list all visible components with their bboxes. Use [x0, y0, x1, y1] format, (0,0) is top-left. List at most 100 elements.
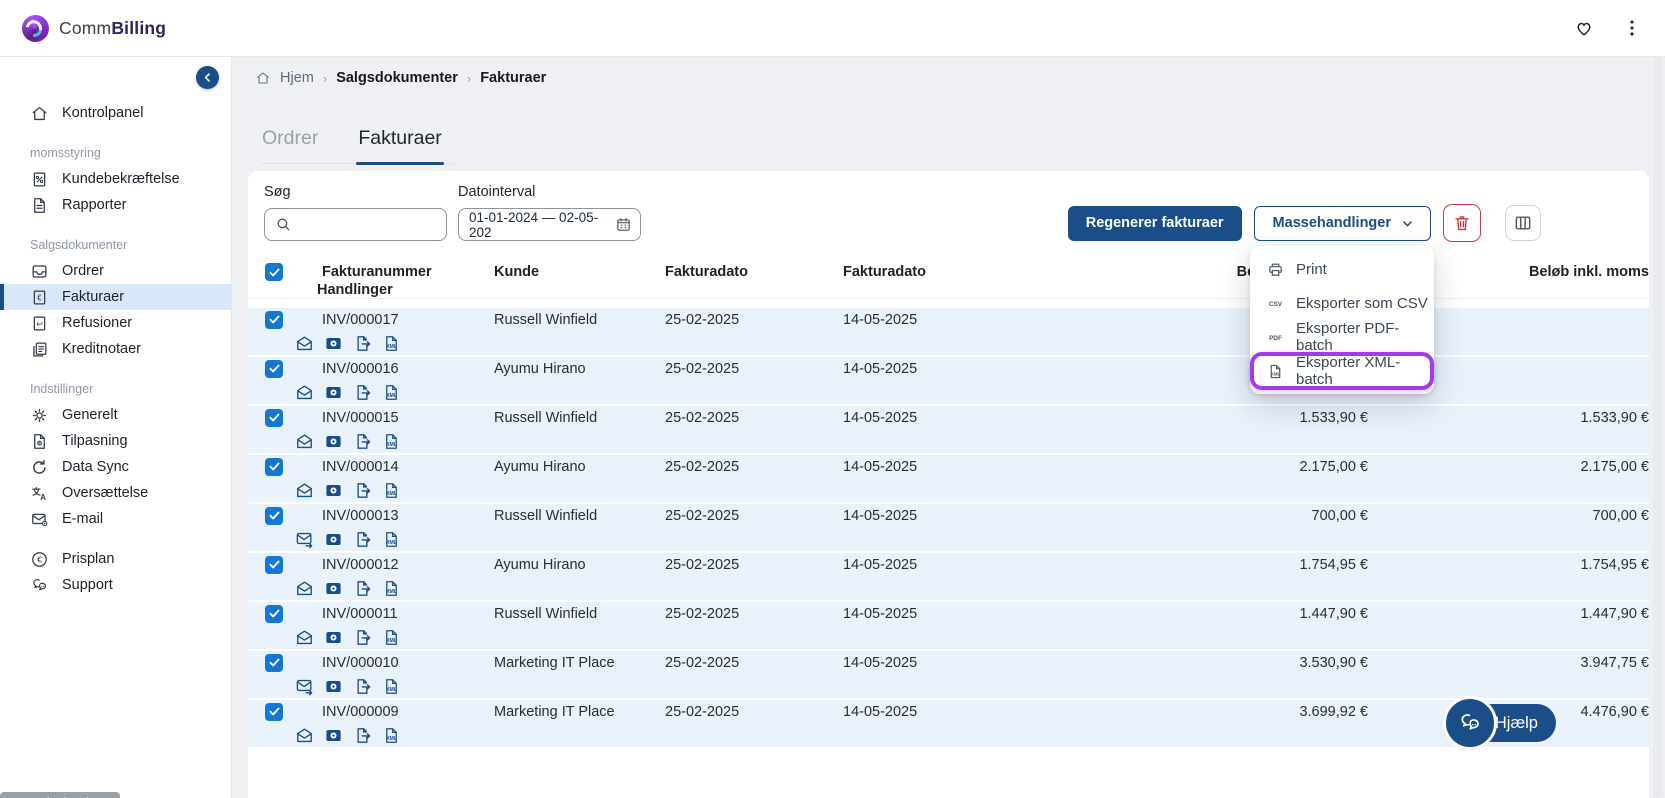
- sidebar-item-refusioner[interactable]: Refusioner: [0, 310, 231, 336]
- sidebar-item-tilpasning[interactable]: Tilpasning: [0, 428, 231, 454]
- pricing-icon: [30, 550, 49, 569]
- menu-item-eksporter-pdf-batch[interactable]: Eksporter PDF-batch: [1250, 320, 1434, 354]
- sidebar-section-salgsdokumenter: Salgsdokumenter: [30, 238, 128, 252]
- row-checkbox[interactable]: [265, 653, 283, 672]
- date-range-input[interactable]: 01-01-2024 — 02-05-202: [458, 208, 641, 241]
- view-icon[interactable]: [324, 726, 343, 745]
- row-checkbox[interactable]: [265, 457, 283, 476]
- sidebar-item-fakturaer[interactable]: Fakturaer: [0, 284, 231, 310]
- export-icon[interactable]: [353, 530, 372, 549]
- regenerate-invoices-button[interactable]: Regenerer fakturaer: [1067, 205, 1242, 241]
- menu-item-eksporter-som-csv[interactable]: Eksporter som CSV: [1250, 286, 1434, 320]
- sidebar-item-kreditnotaer[interactable]: Kreditnotaer: [0, 336, 231, 362]
- select-all-checkbox[interactable]: [265, 263, 283, 282]
- amount-excl-vat-cell: 2.175,00 €: [1299, 458, 1368, 475]
- row-checkbox[interactable]: [265, 702, 283, 721]
- column-settings-button[interactable]: [1505, 205, 1541, 241]
- mail-open-icon[interactable]: [295, 628, 314, 647]
- tab-ordrer[interactable]: Ordrer: [260, 121, 320, 163]
- sidebar-item-e-mail[interactable]: E-mail: [0, 506, 231, 532]
- amount-incl-vat-cell: 2.175,00 €: [1580, 458, 1649, 475]
- mail-send-icon[interactable]: [295, 530, 314, 549]
- mail-open-icon[interactable]: [295, 383, 314, 402]
- mail-send-icon[interactable]: [295, 677, 314, 696]
- export-icon[interactable]: [353, 726, 372, 745]
- mail-open-icon[interactable]: [295, 481, 314, 500]
- xml-file-icon[interactable]: [382, 383, 401, 402]
- sidebar-section-indstillinger: Indstillinger: [30, 382, 94, 396]
- xml-file-icon[interactable]: [382, 628, 401, 647]
- sidebar-collapse-button[interactable]: [196, 66, 219, 89]
- xml-file-icon[interactable]: [382, 726, 401, 745]
- page-scrollbar[interactable]: [1653, 57, 1663, 798]
- bulk-actions-button[interactable]: Massehandlinger: [1253, 205, 1431, 241]
- sidebar-item-data-sync[interactable]: Data Sync: [0, 454, 231, 480]
- xml-file-icon[interactable]: [382, 432, 401, 451]
- home-icon[interactable]: [255, 70, 271, 86]
- sidebar-item-support[interactable]: Support: [0, 572, 231, 598]
- row-checkbox[interactable]: [265, 310, 283, 329]
- view-icon[interactable]: [324, 383, 343, 402]
- view-icon[interactable]: [324, 432, 343, 451]
- favorite-heart-icon[interactable]: [1573, 17, 1595, 39]
- export-icon[interactable]: [353, 579, 372, 598]
- brand-logo-icon: [22, 14, 49, 42]
- check-icon: [268, 460, 281, 473]
- sidebar-item-ordrer[interactable]: Ordrer: [0, 258, 231, 284]
- mail-open-icon[interactable]: [295, 432, 314, 451]
- invoice-date-cell: 25-02-2025: [665, 409, 740, 426]
- sidebar-item-label: Kontrolpanel: [62, 105, 144, 121]
- check-icon: [268, 705, 281, 718]
- export-icon[interactable]: [353, 677, 372, 696]
- view-icon[interactable]: [324, 530, 343, 549]
- table-row: INV/000017 Russell Winfield 25-02-2025 14-0…: [248, 308, 1649, 355]
- export-icon[interactable]: [353, 383, 372, 402]
- export-icon[interactable]: [353, 334, 372, 353]
- xml-file-icon[interactable]: [382, 481, 401, 500]
- sidebar-item-label: Prisplan: [62, 551, 115, 567]
- sidebar-item-overs-ttelse[interactable]: Oversættelse: [0, 480, 231, 506]
- row-checkbox[interactable]: [265, 555, 283, 574]
- breadcrumb-hjem[interactable]: Hjem: [280, 70, 314, 86]
- row-checkbox[interactable]: [265, 359, 283, 378]
- view-icon[interactable]: [324, 677, 343, 696]
- kebab-menu-icon[interactable]: [1621, 17, 1643, 39]
- mail-open-icon[interactable]: [295, 334, 314, 353]
- invoice-number-cell: INV/000009: [322, 703, 399, 720]
- due-date-cell: 14-05-2025: [843, 360, 918, 377]
- view-icon[interactable]: [324, 481, 343, 500]
- delete-button[interactable]: [1443, 204, 1481, 242]
- sidebar-item-kundebekr-ftelse[interactable]: Kundebekræftelse: [0, 166, 231, 192]
- mail-open-icon[interactable]: [295, 579, 314, 598]
- export-icon[interactable]: [353, 432, 372, 451]
- export-icon[interactable]: [353, 628, 372, 647]
- sidebar-item-prisplan[interactable]: Prisplan: [0, 546, 231, 572]
- sidebar-item-generelt[interactable]: Generelt: [0, 402, 231, 428]
- amount-incl-vat-cell: 700,00 €: [1592, 507, 1649, 524]
- xml-file-icon[interactable]: [382, 334, 401, 353]
- row-checkbox[interactable]: [265, 506, 283, 525]
- due-date-cell: 14-05-2025: [843, 311, 918, 328]
- tab-fakturaer[interactable]: Fakturaer: [356, 121, 445, 165]
- sidebar-item-kontrolpanel[interactable]: Kontrolpanel: [0, 100, 231, 126]
- xml-file-icon[interactable]: [382, 530, 401, 549]
- breadcrumb-salgsdokumenter[interactable]: Salgsdokumenter: [336, 70, 458, 86]
- mail-open-icon[interactable]: [295, 726, 314, 745]
- xml-file-icon[interactable]: [382, 579, 401, 598]
- row-checkbox[interactable]: [265, 408, 283, 427]
- breadcrumb-fakturaer[interactable]: Fakturaer: [480, 70, 546, 86]
- help-chat-icon[interactable]: [1443, 696, 1497, 750]
- invoice-number-cell: INV/000012: [322, 556, 399, 573]
- brand[interactable]: CommBilling: [22, 14, 166, 42]
- xml-file-icon[interactable]: [382, 677, 401, 696]
- export-icon[interactable]: [353, 481, 372, 500]
- view-icon[interactable]: [324, 628, 343, 647]
- row-checkbox[interactable]: [265, 604, 283, 623]
- menu-item-eksporter-xml-batch[interactable]: Eksporter XML-batch: [1250, 352, 1434, 390]
- sidebar-item-rapporter[interactable]: Rapporter: [0, 192, 231, 218]
- search-input[interactable]: [264, 208, 447, 241]
- menu-item-print[interactable]: Print: [1250, 252, 1434, 286]
- view-icon[interactable]: [324, 334, 343, 353]
- view-icon[interactable]: [324, 579, 343, 598]
- invoice-number-cell: INV/000016: [322, 360, 399, 377]
